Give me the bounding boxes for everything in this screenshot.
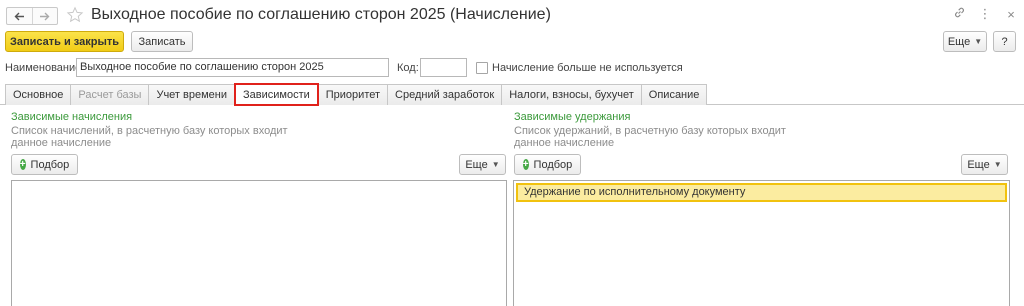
right-more-label: Еще — [967, 158, 990, 171]
more-vert-icon[interactable]: ⋮ — [978, 6, 992, 22]
left-pick-button[interactable]: + Подбор — [11, 154, 78, 175]
code-label: Код: — [397, 62, 419, 74]
left-pick-label: Подбор — [30, 158, 70, 171]
close-icon[interactable]: × — [1004, 7, 1018, 22]
window-title: Выходное пособие по соглашению сторон 20… — [91, 6, 551, 23]
save-button[interactable]: Записать — [131, 31, 193, 52]
dependent-accruals-description: Список начислений, в расчетную базу кото… — [11, 125, 288, 149]
arrow-right-icon — [40, 12, 50, 20]
tab-taxes-accounting[interactable]: Налоги, взносы, бухучет — [501, 84, 642, 105]
arrow-left-icon — [14, 12, 24, 20]
not-used-checkbox[interactable] — [476, 62, 488, 74]
dependent-accruals-title: Зависимые начисления — [11, 111, 133, 123]
right-pick-label: Подбор — [533, 158, 573, 171]
chevron-down-icon: ▼ — [993, 160, 1002, 169]
dependent-deductions-title: Зависимые удержания — [514, 111, 631, 123]
tab-main[interactable]: Основное — [5, 84, 72, 105]
tab-average-earnings[interactable]: Средний заработок — [387, 84, 503, 105]
tab-dependencies[interactable]: Зависимости — [234, 83, 319, 106]
tab-description[interactable]: Описание — [640, 84, 708, 105]
plus-icon: + — [522, 159, 529, 170]
help-button[interactable]: ? — [993, 31, 1016, 52]
chevron-down-icon: ▼ — [491, 160, 500, 169]
name-label: Наименование: — [5, 62, 85, 74]
forward-button[interactable] — [31, 8, 57, 24]
tab-time-tracking[interactable]: Учет времени — [148, 84, 235, 105]
tab-bar: Основное Расчет базы Учет времени Зависи… — [5, 83, 708, 106]
plus-icon: + — [19, 159, 26, 170]
left-more-label: Еще — [465, 158, 488, 171]
dependent-deductions-list[interactable]: Удержание по исполнительному документу — [513, 180, 1010, 306]
tab-base-calc[interactable]: Расчет базы — [70, 84, 150, 105]
more-button[interactable]: Еще ▼ — [943, 31, 987, 52]
link-icon[interactable] — [952, 6, 966, 22]
right-more-button[interactable]: Еще ▼ — [961, 154, 1008, 175]
title-bar: Выходное пособие по соглашению сторон 20… — [0, 0, 1024, 30]
code-field[interactable] — [420, 58, 467, 77]
dependent-deductions-description: Список удержаний, в расчетную базу котор… — [514, 125, 786, 149]
name-field[interactable]: Выходное пособие по соглашению сторон 20… — [76, 58, 389, 77]
right-pick-button[interactable]: + Подбор — [514, 154, 581, 175]
left-more-button[interactable]: Еще ▼ — [459, 154, 506, 175]
not-used-label: Начисление больше не используется — [492, 62, 683, 74]
save-and-close-button[interactable]: Записать и закрыть — [5, 31, 124, 52]
tab-priority[interactable]: Приоритет — [317, 84, 389, 105]
chevron-down-icon: ▼ — [974, 37, 983, 46]
back-button[interactable] — [7, 8, 32, 24]
more-label: Еще — [947, 35, 971, 48]
dependent-accruals-list[interactable] — [11, 180, 507, 306]
history-nav — [6, 7, 58, 25]
star-icon[interactable] — [66, 6, 84, 24]
list-item[interactable]: Удержание по исполнительному документу — [516, 183, 1007, 202]
